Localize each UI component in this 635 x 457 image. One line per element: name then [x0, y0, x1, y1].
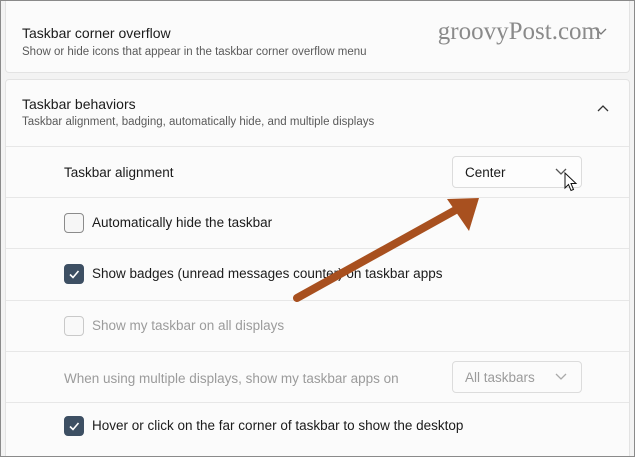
badges-checkbox[interactable] [64, 264, 84, 284]
multi-display-label: When using multiple displays, show my ta… [64, 371, 399, 386]
all-displays-label: Show my taskbar on all displays [92, 318, 285, 333]
taskbar-alignment-row: Taskbar alignment Center [6, 147, 629, 197]
all-displays-row: Show my taskbar on all displays [6, 301, 629, 351]
taskbar-corner-overflow-card[interactable]: Taskbar corner overflow Show or hide ico… [5, 1, 630, 73]
far-corner-checkbox[interactable] [64, 416, 84, 436]
settings-window: Taskbar corner overflow Show or hide ico… [0, 0, 635, 457]
auto-hide-row[interactable]: Automatically hide the taskbar [6, 198, 629, 248]
multi-display-value: All taskbars [465, 370, 535, 385]
taskbar-behaviors-card: Taskbar behaviors Taskbar alignment, bad… [5, 79, 630, 456]
overflow-subtitle: Show or hide icons that appear in the ta… [22, 46, 367, 58]
taskbar-behaviors-header[interactable]: Taskbar behaviors Taskbar alignment, bad… [6, 80, 629, 146]
mouse-cursor-icon [564, 172, 578, 192]
auto-hide-label: Automatically hide the taskbar [92, 215, 273, 230]
multi-display-dropdown: All taskbars [452, 361, 582, 393]
taskbar-alignment-dropdown[interactable]: Center [452, 156, 582, 188]
behaviors-title: Taskbar behaviors [22, 96, 136, 112]
far-corner-label: Hover or click on the far corner of task… [92, 418, 464, 433]
chevron-up-icon[interactable] [597, 104, 609, 112]
badges-row[interactable]: Show badges (unread messages counter) on… [6, 249, 629, 300]
far-corner-row[interactable]: Hover or click on the far corner of task… [6, 403, 629, 453]
all-displays-checkbox [64, 316, 84, 336]
badges-label: Show badges (unread messages counter) on… [92, 266, 443, 281]
multi-display-row: When using multiple displays, show my ta… [6, 352, 629, 402]
auto-hide-checkbox[interactable] [64, 213, 84, 233]
taskbar-alignment-value: Center [465, 165, 506, 180]
overflow-title: Taskbar corner overflow [22, 25, 171, 41]
watermark: groovyPost.com [437, 18, 601, 45]
taskbar-alignment-label: Taskbar alignment [64, 165, 174, 180]
behaviors-subtitle: Taskbar alignment, badging, automaticall… [22, 116, 375, 128]
checkmark-icon [69, 422, 80, 431]
chevron-down-icon [555, 373, 567, 380]
checkmark-icon [69, 270, 80, 279]
